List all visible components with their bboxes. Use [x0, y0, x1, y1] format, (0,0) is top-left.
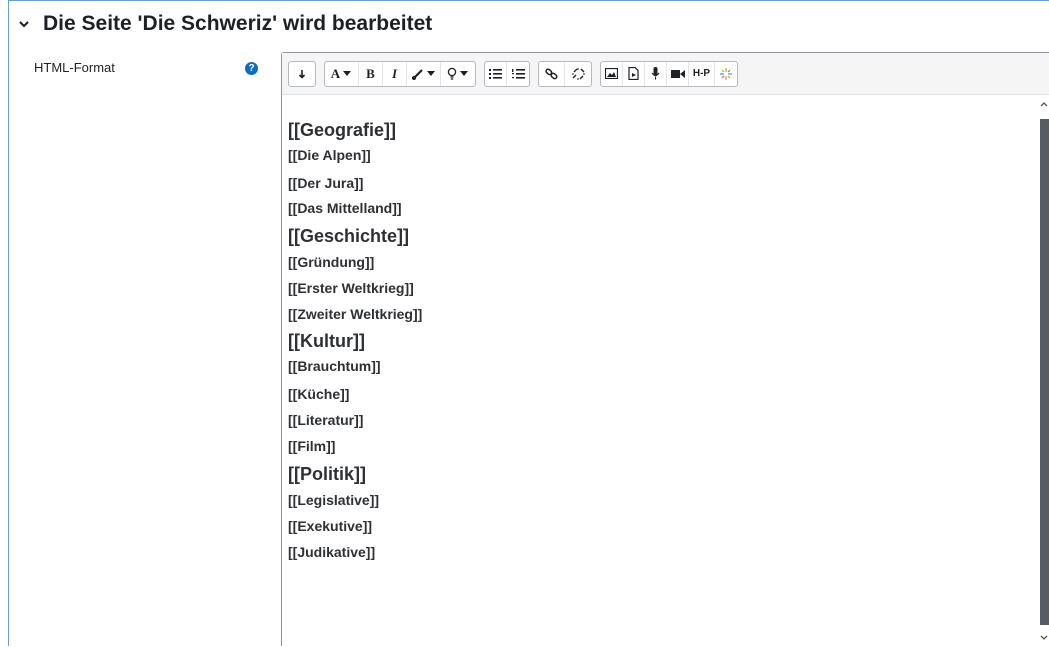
toolbar-group-links [538, 60, 592, 87]
content-link: [[Legislative]] [288, 492, 380, 508]
editor-content-area[interactable]: Wiki - Die Schweiz[[Geografie]][[Die Alp… [282, 95, 1040, 647]
file-media-icon [628, 67, 639, 80]
unlink-button[interactable] [565, 62, 591, 86]
ai-generate-button[interactable] [715, 62, 737, 86]
unlink-icon [571, 67, 585, 80]
content-link: [[Exekutive]] [288, 518, 373, 534]
content-heading: [[Geografie]] [288, 120, 396, 140]
content-link: [[Zweiter Weltkrieg]] [288, 306, 423, 322]
unordered-list-button[interactable] [485, 61, 507, 86]
caret-down-icon [343, 70, 352, 76]
font-style-label: A [330, 65, 341, 81]
image-icon [605, 68, 618, 79]
editor-toolbar: A B I H-P [282, 53, 1049, 95]
content-link: [[Literatur]] [288, 412, 364, 428]
font-style-button[interactable]: A [325, 61, 359, 86]
content-heading: [[Kultur]] [288, 331, 365, 351]
toolbar-group-media: H-P [600, 60, 738, 87]
list-numbered-icon [511, 68, 525, 79]
insert-media-button[interactable] [623, 61, 645, 86]
lightbulb-icon [447, 67, 457, 80]
record-audio-button[interactable] [645, 61, 667, 86]
paintbrush-icon [412, 68, 423, 80]
collapse-toolbar-button[interactable] [289, 62, 315, 86]
list-bulleted-icon [489, 69, 502, 79]
ordered-list-button[interactable] [507, 62, 529, 86]
caret-down-icon [427, 70, 435, 76]
content-link: [[Brauchtum]] [288, 358, 381, 374]
link-icon [545, 67, 558, 79]
insert-image-button[interactable] [601, 61, 623, 86]
scroll-down-icon[interactable] [1039, 633, 1049, 643]
toolbar-group-collapse [288, 60, 316, 87]
h5p-button[interactable]: H-P [689, 61, 715, 86]
chevron-down-icon[interactable] [17, 17, 31, 31]
content-link: [[Die Alpen]] [288, 147, 371, 163]
content-link: [[Erster Weltkrieg]] [288, 280, 414, 296]
content-link: [[Der Jura]] [288, 175, 364, 191]
content-link: [[Das Mittelland]] [288, 200, 402, 216]
content-link: [[Judikative]] [288, 544, 376, 560]
video-camera-icon [670, 69, 685, 78]
scrollbar-thumb[interactable] [1040, 119, 1049, 625]
link-button[interactable] [539, 61, 565, 86]
bold-button[interactable]: B [359, 61, 383, 86]
caret-down-icon [460, 70, 468, 76]
content-link: [[Film]] [288, 438, 336, 454]
sparkle-icon [720, 67, 732, 80]
section-header[interactable]: Die Seite 'Die Schweriz' wird bearbeitet [17, 10, 432, 38]
toolbar-group-style: A B I [324, 60, 476, 87]
content-heading: [[Geschichte]] [288, 226, 410, 246]
content-heading: [[Politik]] [288, 464, 366, 484]
content-link: [[Gründung]] [288, 254, 375, 270]
background-color-button[interactable] [441, 62, 475, 86]
italic-button[interactable]: I [383, 61, 407, 86]
record-video-button[interactable] [667, 61, 689, 86]
section-title: Die Seite 'Die Schweriz' wird bearbeitet [43, 12, 433, 35]
field-label: HTML-Format [34, 60, 115, 75]
content-link: [[Küche]] [288, 386, 350, 402]
toolbar-group-lists [484, 60, 530, 87]
microphone-icon [651, 67, 660, 80]
html-editor[interactable]: A B I H-P [[Geografie]] [[Die Alpen]] [[… [281, 52, 1049, 646]
arrow-down-icon [298, 69, 306, 79]
help-icon[interactable]: ? [245, 62, 258, 75]
text-color-button[interactable] [407, 61, 441, 86]
editor-scrollbar[interactable] [1039, 95, 1049, 647]
scroll-up-icon[interactable] [1039, 99, 1049, 109]
